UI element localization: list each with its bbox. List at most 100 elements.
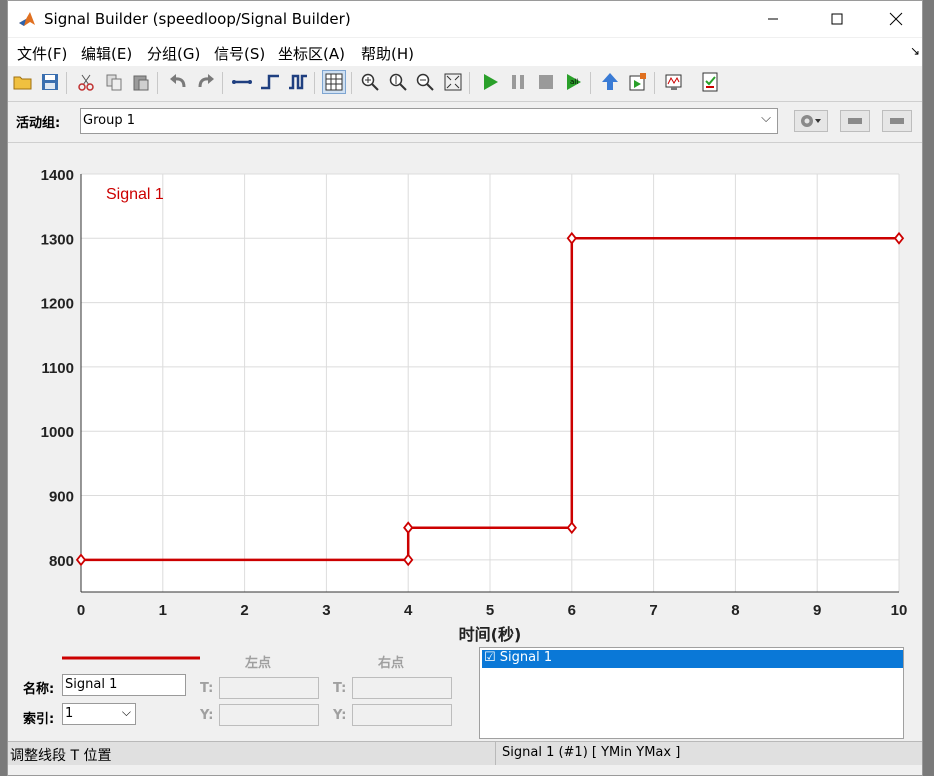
y-tick-label: 1400 (41, 167, 74, 184)
x-tick-label: 2 (240, 602, 248, 619)
checklist-icon (702, 72, 718, 92)
group-tab-button-1[interactable] (840, 110, 870, 132)
scope-icon (665, 74, 682, 90)
paste-button[interactable] (129, 70, 153, 94)
signal-line-sample (62, 656, 200, 660)
toolbar-separator (157, 72, 158, 94)
tab-icon (890, 118, 904, 124)
left-point-label: 左点 (245, 656, 272, 671)
x-tick-label: 8 (731, 602, 739, 619)
signal-plot[interactable]: 0 1 2 3 4 5 6 7 8 9 10 800 900 1000 1100 1200 1300 1400 时间… (8, 147, 922, 644)
menu-edit[interactable]: 编辑(E) (81, 43, 132, 64)
undo-icon (170, 74, 186, 88)
cut-icon (78, 74, 94, 91)
right-t-field[interactable] (352, 677, 452, 699)
save-button[interactable] (38, 70, 62, 94)
redo-button[interactable] (194, 70, 218, 94)
zoom-out-button[interactable] (413, 70, 437, 94)
menu-group[interactable]: 分组(G) (147, 43, 200, 64)
menu-signal[interactable]: 信号(S) (214, 43, 265, 64)
group-settings-button[interactable] (794, 110, 828, 132)
grid-toggle-button[interactable] (322, 70, 346, 94)
left-t-label: T: (200, 681, 214, 696)
run-all-button[interactable]: all (562, 70, 586, 94)
close-button[interactable] (866, 1, 922, 37)
verification-button[interactable] (626, 70, 650, 94)
stop-icon (539, 75, 553, 89)
title-bar: Signal Builder (speedloop/Signal Builder… (8, 1, 922, 37)
index-label: 索引: (23, 712, 55, 727)
minimize-icon (768, 18, 778, 20)
status-left-text: 调整线段 T 位置 (10, 748, 112, 764)
y-tick-label: 1100 (41, 360, 74, 377)
requirements-button[interactable] (698, 70, 722, 94)
chevron-down-icon: ⌵ (121, 705, 131, 719)
gear-dropdown-icon (801, 115, 821, 127)
signal-list-item[interactable]: ☑ Signal 1 (482, 650, 903, 668)
zoom-y-icon (389, 73, 407, 91)
zoom-x-button[interactable] (358, 70, 382, 94)
copy-icon (106, 74, 122, 91)
signal-list[interactable]: ☑ Signal 1 (479, 647, 904, 739)
left-y-label: Y: (200, 708, 214, 723)
left-y-field[interactable] (219, 704, 319, 726)
index-value: 1 (65, 706, 74, 721)
cut-button[interactable] (74, 70, 98, 94)
constant-signal-button[interactable] (230, 70, 254, 94)
step-signal-button[interactable] (258, 70, 282, 94)
up-arrow-icon (602, 73, 618, 90)
active-group-value: Group 1 (83, 113, 135, 128)
menu-axes[interactable]: 坐标区(A) (278, 43, 345, 64)
index-select[interactable]: 1 ⌵ (62, 703, 136, 725)
zoom-out-icon (416, 73, 434, 91)
maximize-button[interactable] (807, 1, 867, 37)
grid-icon (325, 73, 343, 91)
right-y-label: Y: (333, 708, 347, 723)
play-icon (484, 74, 498, 90)
maximize-icon (831, 13, 843, 25)
pause-button[interactable] (506, 70, 530, 94)
x-tick-label: 5 (486, 602, 494, 619)
step-signal-icon (261, 74, 279, 90)
run-all-icon: all (567, 74, 581, 90)
toolbar-separator (469, 72, 470, 94)
copy-button[interactable] (102, 70, 126, 94)
toolbar-separator (351, 72, 352, 94)
open-button[interactable] (11, 70, 35, 94)
toolbar-separator (314, 72, 315, 94)
right-point-label: 右点 (378, 656, 405, 671)
active-group-label: 活动组: (16, 116, 61, 131)
name-label: 名称: (23, 682, 55, 697)
x-tick-label: 0 (77, 602, 85, 619)
toolbar-separator (66, 72, 67, 94)
group-tab-button-2[interactable] (882, 110, 912, 132)
pulse-signal-button[interactable] (286, 70, 310, 94)
scope-button[interactable] (663, 70, 687, 94)
menu-overflow-icon[interactable]: ↘ (910, 44, 920, 58)
name-field[interactable]: Signal 1 (62, 674, 186, 696)
active-group-select[interactable]: Group 1 ⌵ (80, 108, 778, 134)
full-view-button[interactable] (441, 70, 465, 94)
zoom-y-button[interactable] (386, 70, 410, 94)
menu-help[interactable]: 帮助(H) (361, 43, 414, 64)
run-button[interactable] (478, 70, 502, 94)
series-name-label: Signal 1 (106, 186, 164, 203)
y-tick-label: 1300 (41, 231, 74, 248)
redo-icon (198, 74, 214, 88)
x-axis-label: 时间(秒) (459, 625, 522, 643)
undo-button[interactable] (166, 70, 190, 94)
x-tick-label: 3 (322, 602, 330, 619)
tab-icon (848, 118, 862, 124)
signal-list-item-label: ☑ Signal 1 (484, 650, 553, 665)
matlab-logo-icon (19, 12, 35, 26)
right-y-field[interactable] (352, 704, 452, 726)
stop-button[interactable] (534, 70, 558, 94)
chevron-down-icon: ⌵ (761, 111, 771, 126)
left-t-field[interactable] (219, 677, 319, 699)
menu-file[interactable]: 文件(F) (17, 43, 67, 64)
toolbar-separator (222, 72, 223, 94)
show-in-model-button[interactable] (598, 70, 622, 94)
y-tick-label: 800 (49, 553, 74, 570)
signal-builder-window: Signal Builder (speedloop/Signal Builder… (7, 0, 923, 776)
minimize-button[interactable] (743, 1, 803, 37)
